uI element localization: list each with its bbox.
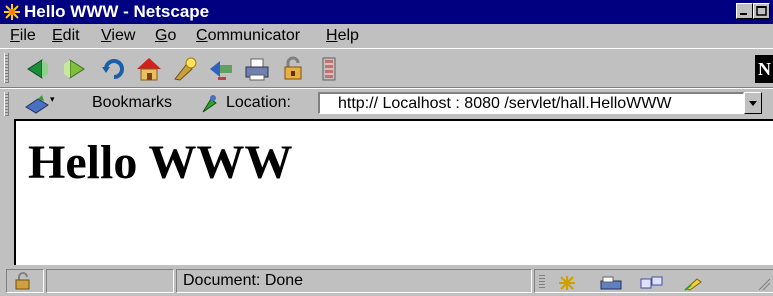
resize-grip-icon[interactable] [757,275,771,291]
security-icon[interactable] [278,55,308,83]
status-text-panel: Document: Done [176,269,532,293]
forward-icon[interactable] [60,55,90,83]
bookmarks-label[interactable]: Bookmarks [92,94,172,112]
status-bar: Document: Done [0,267,773,296]
composer-icon[interactable] [683,275,709,291]
search-icon[interactable] [170,55,200,83]
chevron-down-icon [749,101,757,106]
menu-file[interactable]: File [10,27,36,45]
menu-view[interactable]: View [101,27,135,45]
menu-go[interactable]: Go [155,27,176,45]
bookmarks-icon[interactable]: ▾ [22,93,56,115]
back-icon[interactable] [22,55,52,83]
reload-icon[interactable] [98,55,128,83]
navigation-toolbar: N [0,48,773,88]
mail-icon[interactable] [599,275,625,291]
status-text: Document: Done [183,272,304,289]
title-bar[interactable]: Hello WWW - Netscape [0,0,773,24]
home-icon[interactable] [134,55,164,83]
location-icon[interactable] [200,93,220,115]
location-input[interactable]: http:// Localhost : 8080 /servlet/hall.H… [318,92,744,114]
navigator-icon[interactable] [555,275,579,291]
maximize-button[interactable] [753,3,770,19]
security-status-panel[interactable] [6,269,44,293]
minimize-button[interactable] [736,3,753,19]
toolbar-grip[interactable] [4,53,9,83]
minimize-icon [740,13,747,15]
menu-communicator[interactable]: Communicator [196,27,300,45]
guide-icon[interactable] [206,55,236,83]
discussions-icon[interactable] [639,275,665,291]
browser-window: Hello WWW - Netscape File Edit View Go C… [0,0,773,296]
location-dropdown-button[interactable] [744,92,762,114]
menu-help[interactable]: Help [326,27,359,45]
page-content[interactable]: Hello WWW [14,119,773,265]
maximize-icon [756,6,767,16]
menu-edit[interactable]: Edit [52,27,80,45]
window-title: Hello WWW - Netscape [24,2,210,21]
menu-bar: File Edit View Go Communicator Help [0,24,773,48]
stop-icon[interactable] [314,55,344,83]
component-grip[interactable] [539,273,545,289]
location-grip[interactable] [4,92,9,116]
netscape-logo[interactable]: N [755,55,773,83]
progress-panel [46,269,174,293]
lock-icon [15,272,30,290]
location-label: Location: [226,94,291,111]
page-heading: Hello WWW [28,136,293,189]
print-icon[interactable] [242,55,272,83]
location-toolbar: ▾ Bookmarks Location: http:// Localhost … [0,88,773,118]
component-bar [534,269,773,293]
netscape-app-icon [4,4,20,20]
svg-text:▾: ▾ [50,94,55,104]
